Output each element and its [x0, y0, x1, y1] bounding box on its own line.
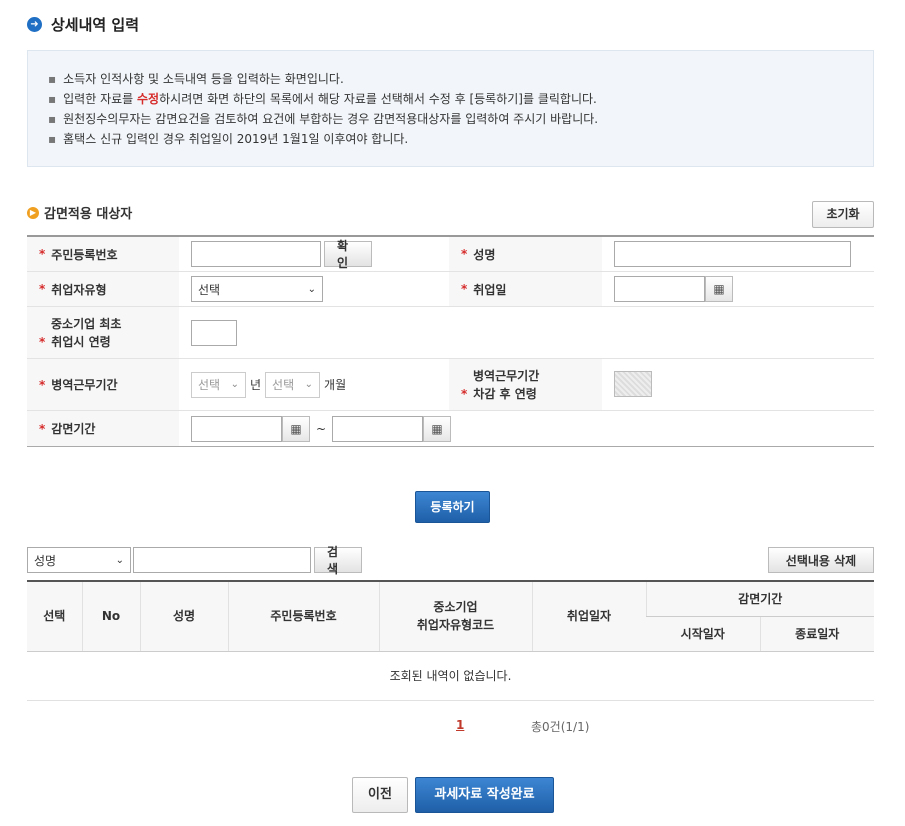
col-end-date: 종료일자	[759, 616, 874, 652]
search-button[interactable]: 검색	[314, 545, 362, 576]
search-input[interactable]	[133, 547, 311, 573]
range-tilde: ~	[316, 421, 327, 436]
register-button[interactable]: 등록하기	[415, 491, 490, 523]
form-row-resident: * 주민등록번호 확인 * 성명	[27, 237, 874, 272]
military-label: * 병역근무기간	[27, 359, 179, 410]
info-box: ▪ 소득자 인적사항 및 소득내역 등을 입력하는 화면입니다. ▪ 입력한 자료를…	[27, 50, 874, 167]
bullet-circle-icon: ▶	[27, 206, 39, 219]
col-reduction: 감면기간	[645, 581, 874, 617]
info-line-1: ▪ 소득자 인적사항 및 소득내역 등을 입력하는 화면입니다.	[48, 72, 344, 86]
hire-date-input[interactable]	[614, 276, 705, 302]
empty-message: 조회된 내역이 없습니다.	[27, 650, 874, 701]
worker-type-label: * 취업자유형	[27, 272, 179, 306]
reduction-start-input[interactable]	[191, 415, 282, 442]
sme-age-label: 중소기업 최초 * 취업시 연령	[27, 307, 179, 358]
page-link-1[interactable]: 1	[456, 718, 464, 732]
arrow-right-circle-icon: ➜	[27, 17, 42, 32]
complete-button[interactable]: 과세자료 작성완료	[415, 777, 554, 813]
calendar-icon[interactable]: ▦	[423, 415, 452, 442]
resident-no-input[interactable]	[191, 241, 321, 267]
col-start-date: 시작일자	[646, 616, 760, 652]
form-row-sme-age: 중소기업 최초 * 취업시 연령	[27, 307, 874, 359]
form-row-worker: * 취업자유형 선택 ⌄ * 취업일 ▦	[27, 272, 874, 307]
military-year-select[interactable]: 선택 ⌄	[191, 371, 246, 398]
reduction-end-input[interactable]	[332, 415, 424, 442]
military-age-label: 병역근무기간 * 차감 후 연령	[449, 359, 602, 410]
calendar-icon[interactable]: ▦	[282, 415, 310, 442]
col-resident-no: 주민등록번호	[227, 581, 379, 652]
results-table: 선택 No 성명 주민등록번호 중소기업 취업자유형코드 취업일자 감면기간 시작…	[27, 580, 874, 701]
resident-no-label: * 주민등록번호	[27, 237, 179, 271]
section-header: ▶ 감면적용 대상자	[27, 203, 132, 222]
info-line-2: ▪ 입력한 자료를 수정하시려면 화면 하단의 목록에서 해당 자료를 선택해서 …	[48, 92, 597, 106]
col-sme: 중소기업 취업자유형코드	[378, 581, 532, 652]
prev-button[interactable]: 이전	[352, 777, 408, 813]
info-highlight: 수정	[137, 92, 160, 106]
military-month-select[interactable]: 선택 ⌄	[265, 371, 321, 398]
reduction-target-form: * 주민등록번호 확인 * 성명 * 취업자유형 선택 ⌄ * 취업일 ▦ 중소기업 최초…	[27, 235, 874, 447]
name-input[interactable]	[614, 241, 851, 267]
reset-button[interactable]: 초기화	[812, 201, 874, 228]
col-select: 선택	[27, 581, 82, 652]
chevron-down-icon: ⌄	[307, 283, 316, 295]
form-row-reduction: * 감면기간 ▦ ~ ▦	[27, 411, 874, 446]
search-bar: 성명 ⌄ 검색 선택내용 삭제	[27, 545, 874, 576]
sme-age-input[interactable]	[191, 319, 237, 346]
page-title-text: 상세내역 입력	[51, 16, 140, 34]
page-title: ➜ 상세내역 입력	[27, 14, 139, 35]
form-row-military: * 병역근무기간 선택 ⌄ 년 선택 ⌄ 개월 병역근무기간 * 차감 후 연령	[27, 359, 874, 411]
info-line-3: ▪ 원천징수의무자는 감면요건을 검토하여 요건에 부합하는 경우 감면적용대상자…	[48, 112, 599, 126]
delete-selected-button[interactable]: 선택내용 삭제	[768, 547, 874, 573]
chevron-down-icon: ⌄	[115, 554, 124, 566]
search-field-select[interactable]: 성명 ⌄	[27, 547, 131, 573]
year-unit: 년	[250, 378, 262, 392]
col-no: No	[81, 581, 140, 652]
worker-type-select[interactable]: 선택 ⌄	[191, 276, 323, 302]
confirm-button[interactable]: 확인	[324, 239, 372, 270]
name-label: * 성명	[449, 237, 602, 271]
hire-date-label: * 취업일	[449, 272, 602, 306]
chevron-down-icon: ⌄	[304, 379, 314, 390]
col-hire-date: 취업일자	[531, 581, 646, 652]
info-line-4: ▪ 홈택스 신규 입력인 경우 취업일이 2019년 1월1일 이후여야 합니다.	[48, 132, 409, 146]
reduction-label: * 감면기간	[27, 411, 179, 446]
month-unit: 개월	[324, 378, 347, 392]
page-total: 총0건(1/1)	[531, 720, 590, 734]
col-name: 성명	[139, 581, 228, 652]
chevron-down-icon: ⌄	[230, 379, 239, 390]
military-age-display	[614, 371, 652, 397]
section-title: 감면적용 대상자	[44, 207, 133, 222]
calendar-icon[interactable]: ▦	[705, 276, 733, 302]
